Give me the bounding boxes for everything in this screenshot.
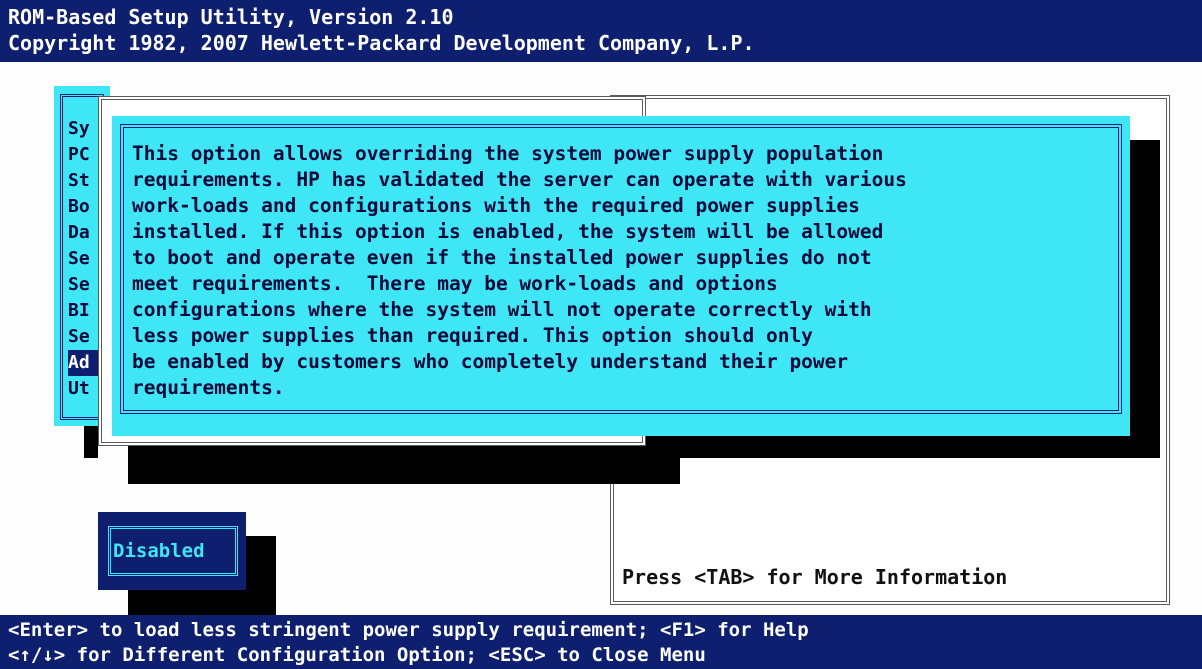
help-line: work-loads and configurations with the r…	[132, 194, 860, 217]
help-line: requirements.	[132, 376, 285, 399]
menu-item-selected[interactable]: Ad	[68, 350, 98, 376]
menu-item[interactable]: Se	[68, 246, 98, 272]
menu-item[interactable]: Sy	[68, 116, 98, 142]
help-line: installed. If this option is enabled, th…	[132, 220, 884, 243]
option-shadow-bottom	[128, 590, 248, 615]
key-help-line: <Enter> to load less stringent power sup…	[8, 619, 809, 641]
menu-item[interactable]: Bo	[68, 194, 98, 220]
title-bar: ROM-Based Setup Utility, Version 2.10 Co…	[0, 0, 1202, 62]
more-info-hint: Press <TAB> for More Information	[622, 565, 1008, 589]
menu-item[interactable]: Se	[68, 324, 98, 350]
help-line: to boot and operate even if the installe…	[132, 246, 872, 269]
key-help-line: <↑/↓> for Different Configuration Option…	[8, 644, 706, 666]
help-line: configurations where the system will not…	[132, 298, 872, 321]
submenu-shadow	[128, 446, 680, 484]
menu-item[interactable]: PC	[68, 142, 98, 168]
help-shadow-right	[1128, 140, 1160, 458]
help-shadow-bottom	[646, 436, 1160, 458]
option-disabled[interactable]: Disabled	[113, 538, 205, 564]
main-menu-shadow	[84, 426, 98, 458]
title-text: ROM-Based Setup Utility, Version 2.10	[8, 5, 454, 29]
help-line: requirements. HP has validated the serve…	[132, 168, 907, 191]
menu-item[interactable]: Ut	[68, 376, 98, 402]
help-line: This option allows overriding the system…	[132, 142, 884, 165]
key-help-bar: <Enter> to load less stringent power sup…	[0, 615, 1202, 669]
menu-item[interactable]: Se	[68, 272, 98, 298]
help-line: meet requirements. There may be work-loa…	[132, 272, 778, 295]
copyright-text: Copyright 1982, 2007 Hewlett-Packard Dev…	[8, 31, 755, 55]
menu-item[interactable]: BI	[68, 298, 98, 324]
help-line: be enabled by customers who completely u…	[132, 350, 849, 373]
menu-item[interactable]: Da	[68, 220, 98, 246]
menu-item[interactable]: St	[68, 168, 98, 194]
help-line: less power supplies than required. This …	[132, 324, 813, 347]
option-shadow-right	[246, 536, 276, 615]
